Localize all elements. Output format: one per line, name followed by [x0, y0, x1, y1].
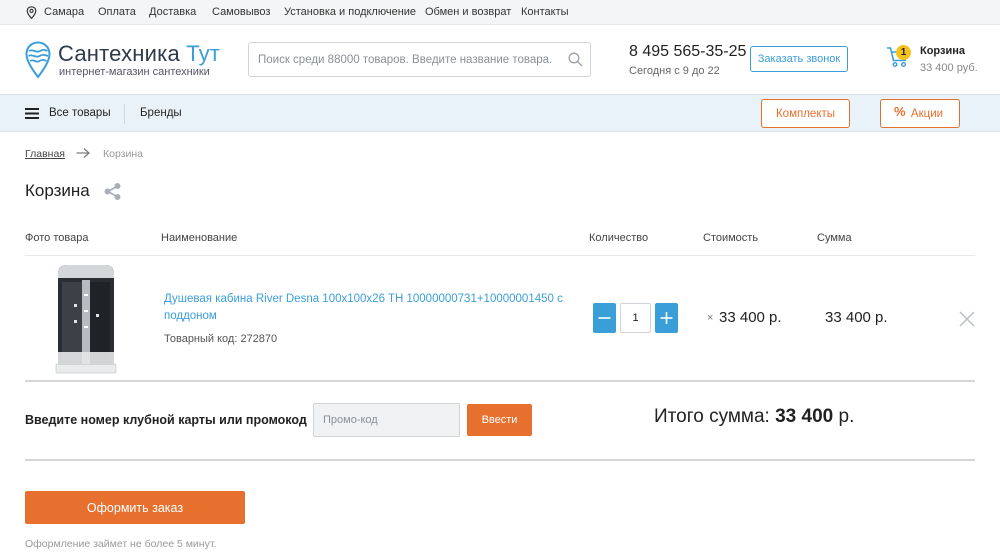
- promo-divider: [25, 459, 975, 461]
- column-header-name: Наименование: [161, 232, 238, 244]
- breadcrumb-home[interactable]: Главная: [25, 148, 65, 160]
- total-value: 33 400: [775, 406, 834, 427]
- checkout-note: Оформление займет не более 5 минут.: [25, 538, 217, 550]
- quantity-increase-button[interactable]: [655, 303, 678, 333]
- quantity-decrease-button[interactable]: [593, 303, 616, 333]
- phone-number[interactable]: 8 495 565-35-25: [629, 43, 746, 61]
- table-divider: [25, 255, 975, 256]
- location-pin-icon: [26, 6, 37, 19]
- product-name-link[interactable]: Душевая кабина River Desna 100x100x26 TH…: [164, 291, 574, 325]
- all-goods-menu[interactable]: Все товары: [49, 107, 111, 119]
- sales-button[interactable]: Акции: [880, 99, 960, 128]
- apply-promo-button[interactable]: Ввести: [467, 404, 532, 436]
- column-header-price: Стоимость: [703, 232, 759, 244]
- nav-link-delivery[interactable]: Доставка: [149, 6, 196, 18]
- logo-drop-icon[interactable]: [25, 41, 51, 79]
- breadcrumb-current: Корзина: [103, 148, 143, 160]
- city-selector[interactable]: Самара: [44, 6, 84, 18]
- nav-link-contacts[interactable]: Контакты: [521, 6, 569, 18]
- kits-button[interactable]: Комплекты: [761, 99, 850, 128]
- checkout-button[interactable]: Оформить заказ: [25, 491, 245, 524]
- order-total: Итого сумма: 33 400 р.: [654, 406, 854, 428]
- promo-label: Введите номер клубной карты или промокод: [25, 413, 307, 427]
- plus-icon: [660, 312, 673, 324]
- arrow-right-icon: [76, 148, 90, 158]
- share-icon[interactable]: [103, 182, 122, 201]
- search-input[interactable]: [248, 42, 591, 77]
- menu-icon[interactable]: [25, 108, 39, 119]
- percent-icon: %: [894, 104, 906, 119]
- logo-subtitle: интернет-магазин сантехники: [59, 66, 210, 78]
- logo-title-accent: Тут: [186, 41, 221, 66]
- table-bottom-divider: [25, 380, 975, 382]
- quantity-input[interactable]: [620, 303, 651, 333]
- nav-link-payment[interactable]: Оплата: [98, 6, 136, 18]
- column-header-qty: Количество: [589, 232, 649, 244]
- cart-count-badge: 1: [896, 45, 911, 60]
- nav-link-returns[interactable]: Обмен и возврат: [425, 6, 511, 18]
- total-currency: р.: [838, 406, 855, 427]
- column-header-sum: Сумма: [817, 232, 852, 244]
- logo-title[interactable]: Сантехника Тут: [58, 41, 220, 67]
- site-header: Сантехника Тут интернет-магазин сантехни…: [0, 26, 1000, 94]
- top-bar: Самара Оплата Доставка Самовывоз Установ…: [0, 0, 1000, 25]
- cart-label[interactable]: Корзина: [920, 45, 965, 57]
- column-header-photo: Фото товара: [25, 232, 89, 244]
- nav-link-installation[interactable]: Установка и подключение: [284, 6, 416, 18]
- working-hours: Сегодня с 9 до 22: [629, 65, 720, 77]
- cart-total: 33 400 руб.: [920, 62, 978, 74]
- brands-link[interactable]: Бренды: [140, 107, 182, 119]
- nav-divider: [124, 104, 125, 124]
- nav-link-pickup[interactable]: Самовывоз: [212, 6, 270, 18]
- logo-title-main: Сантехника: [58, 41, 180, 66]
- promo-code-input[interactable]: [313, 403, 460, 437]
- close-icon[interactable]: [959, 311, 975, 327]
- page-title: Корзина: [25, 181, 90, 200]
- catalog-nav: Все товары Бренды Комплекты Акции: [0, 94, 1000, 132]
- unit-price: 33 400 р.: [719, 309, 782, 326]
- callback-button[interactable]: Заказать звонок: [750, 46, 848, 72]
- search-icon[interactable]: [568, 52, 583, 67]
- product-image[interactable]: [52, 262, 120, 374]
- line-sum: 33 400 р.: [825, 309, 888, 326]
- minus-icon: [598, 317, 611, 319]
- price-multiplier: ×: [707, 312, 714, 324]
- product-code: Товарный код: 272870: [164, 333, 278, 345]
- total-label: Итого сумма:: [654, 406, 770, 427]
